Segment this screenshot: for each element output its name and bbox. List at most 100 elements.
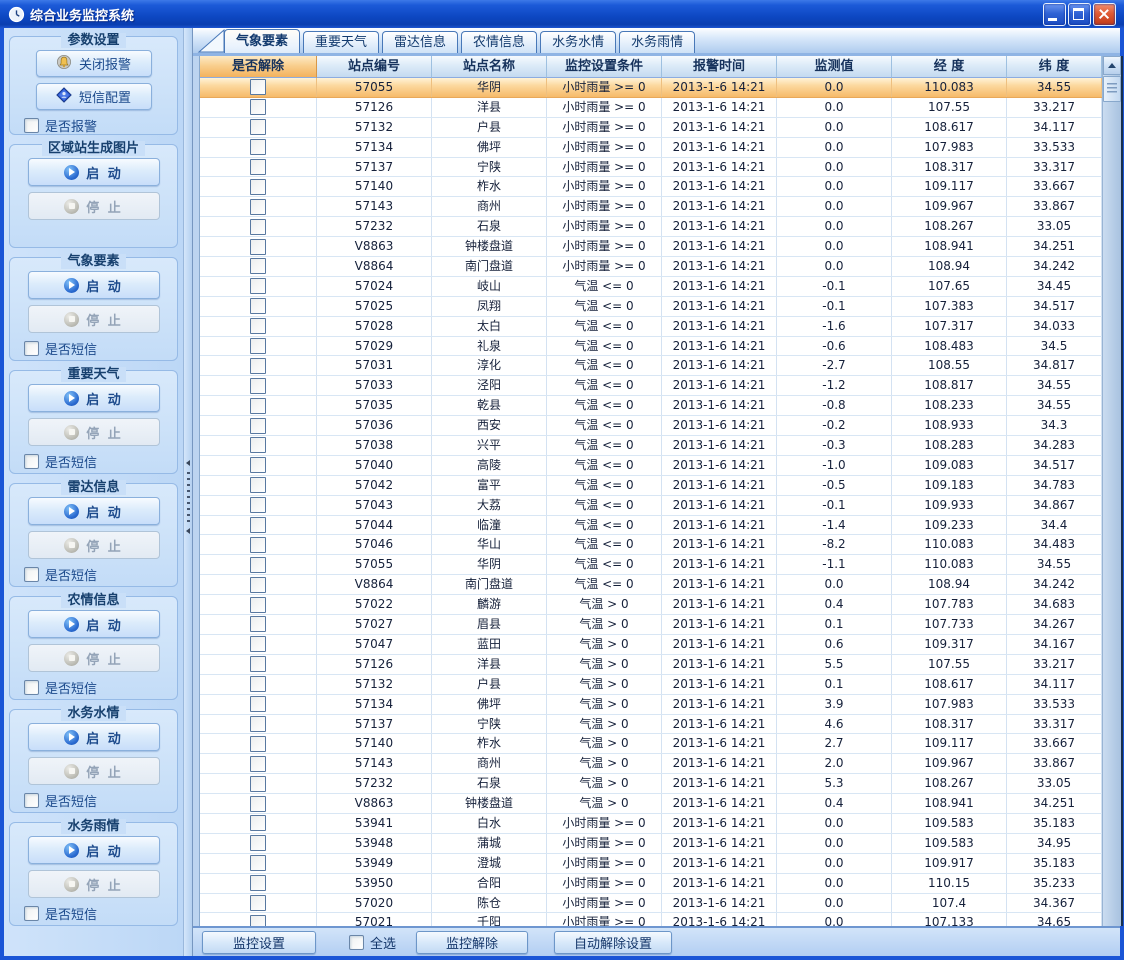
start-button-agriculture-info[interactable]: 启 动 (28, 610, 160, 638)
release-checkbox[interactable] (250, 199, 266, 215)
table-row[interactable]: 57036西安气温 <= 02013-1-6 14:21-0.2108.9333… (200, 416, 1102, 436)
release-checkbox[interactable] (250, 835, 266, 851)
table-row[interactable]: 57143商州气温 > 02013-1-6 14:212.0109.96733.… (200, 754, 1102, 774)
release-checkbox[interactable] (250, 219, 266, 235)
release-checkbox[interactable] (250, 756, 266, 772)
tab-water-rain[interactable]: 水务雨情 (619, 31, 695, 53)
start-button-important-weather[interactable]: 启 动 (28, 384, 160, 412)
table-row[interactable]: 57134佛坪小时雨量 >= 02013-1-6 14:210.0107.983… (200, 138, 1102, 158)
checkbox-row-water-level[interactable]: 是否短信 (24, 791, 97, 810)
release-checkbox[interactable] (250, 79, 266, 95)
table-row[interactable]: 57042富平气温 <= 02013-1-6 14:21-0.5109.1833… (200, 476, 1102, 496)
release-checkbox[interactable] (250, 537, 266, 553)
column-header-0[interactable]: 是否解除 (200, 56, 317, 78)
stop-button-agriculture-info[interactable]: 停 止 (28, 644, 160, 672)
table-row[interactable]: 57126洋县小时雨量 >= 02013-1-6 14:210.0107.553… (200, 98, 1102, 118)
release-checkbox[interactable] (250, 418, 266, 434)
start-button-water-rain[interactable]: 启 动 (28, 836, 160, 864)
checkbox-row-radar-info[interactable]: 是否短信 (24, 565, 97, 584)
scroll-up-button[interactable] (1103, 56, 1121, 75)
table-row[interactable]: 53948蒲城小时雨量 >= 02013-1-6 14:210.0109.583… (200, 834, 1102, 854)
table-row[interactable]: 57232石泉气温 > 02013-1-6 14:215.3108.26733.… (200, 774, 1102, 794)
column-header-4[interactable]: 报警时间 (662, 56, 777, 78)
table-row[interactable]: 57035乾县气温 <= 02013-1-6 14:21-0.8108.2333… (200, 396, 1102, 416)
stop-button-water-rain[interactable]: 停 止 (28, 870, 160, 898)
release-checkbox[interactable] (250, 179, 266, 195)
auto-release-settings-button[interactable]: 自动解除设置 (554, 931, 672, 954)
checkbox-param-settings[interactable] (24, 118, 39, 133)
table-row[interactable]: 57033泾阳气温 <= 02013-1-6 14:21-1.2108.8173… (200, 376, 1102, 396)
release-checkbox[interactable] (250, 616, 266, 632)
checkbox-weather-elements[interactable] (24, 341, 39, 356)
release-checkbox[interactable] (250, 318, 266, 334)
stop-button-water-level[interactable]: 停 止 (28, 757, 160, 785)
release-checkbox[interactable] (250, 716, 266, 732)
tab-agriculture-info[interactable]: 农情信息 (461, 31, 537, 53)
release-checkbox[interactable] (250, 99, 266, 115)
release-checkbox[interactable] (250, 497, 266, 513)
release-checkbox[interactable] (250, 338, 266, 354)
table-row[interactable]: 57137宁陕气温 > 02013-1-6 14:214.6108.31733.… (200, 715, 1102, 735)
release-checkbox[interactable] (250, 258, 266, 274)
column-header-6[interactable]: 经 度 (892, 56, 1007, 78)
table-row[interactable]: 57055华阴小时雨量 >= 02013-1-6 14:210.0110.083… (200, 78, 1102, 98)
column-header-2[interactable]: 站点名称 (432, 56, 547, 78)
table-row[interactable]: 53950合阳小时雨量 >= 02013-1-6 14:210.0110.153… (200, 874, 1102, 894)
release-checkbox[interactable] (250, 378, 266, 394)
table-row[interactable]: 57137宁陕小时雨量 >= 02013-1-6 14:210.0108.317… (200, 158, 1102, 178)
table-row[interactable]: 57038兴平气温 <= 02013-1-6 14:21-0.3108.2833… (200, 436, 1102, 456)
checkbox-row-weather-elements[interactable]: 是否短信 (24, 339, 97, 358)
sidebar-splitter[interactable] (184, 28, 193, 956)
table-row[interactable]: 57055华阴气温 <= 02013-1-6 14:21-1.1110.0833… (200, 555, 1102, 575)
release-checkbox[interactable] (250, 776, 266, 792)
checkbox-row-water-rain[interactable]: 是否短信 (24, 904, 97, 923)
release-checkbox[interactable] (250, 676, 266, 692)
start-button-weather-elements[interactable]: 启 动 (28, 271, 160, 299)
close-alarm-button[interactable]: 关闭报警 (36, 50, 152, 77)
release-checkbox[interactable] (250, 517, 266, 533)
table-row[interactable]: 57027眉县气温 > 02013-1-6 14:210.1107.73334.… (200, 615, 1102, 635)
table-row[interactable]: 53949澄城小时雨量 >= 02013-1-6 14:210.0109.917… (200, 854, 1102, 874)
release-checkbox[interactable] (250, 139, 266, 155)
table-row[interactable]: 57140柞水气温 > 02013-1-6 14:212.7109.11733.… (200, 734, 1102, 754)
column-header-7[interactable]: 纬 度 (1007, 56, 1102, 78)
monitor-settings-button[interactable]: 监控设置 (202, 931, 316, 954)
release-checkbox[interactable] (250, 875, 266, 891)
release-checkbox[interactable] (250, 557, 266, 573)
table-row[interactable]: 57025凤翔气温 <= 02013-1-6 14:21-0.1107.3833… (200, 297, 1102, 317)
release-checkbox[interactable] (250, 815, 266, 831)
table-row[interactable]: V8864南门盘道小时雨量 >= 02013-1-6 14:210.0108.9… (200, 257, 1102, 277)
table-row[interactable]: V8864南门盘道气温 <= 02013-1-6 14:210.0108.943… (200, 575, 1102, 595)
tab-radar-info[interactable]: 雷达信息 (382, 31, 458, 53)
table-row[interactable]: V8863钟楼盘道气温 > 02013-1-6 14:210.4108.9413… (200, 794, 1102, 814)
select-all-checkbox[interactable] (349, 935, 364, 950)
select-all-row[interactable]: 全选 (349, 933, 396, 952)
release-checkbox[interactable] (250, 398, 266, 414)
release-checkbox[interactable] (250, 597, 266, 613)
release-checkbox[interactable] (250, 855, 266, 871)
release-checkbox[interactable] (250, 358, 266, 374)
release-checkbox[interactable] (250, 796, 266, 812)
table-row[interactable]: 57044临潼气温 <= 02013-1-6 14:21-1.4109.2333… (200, 516, 1102, 536)
checkbox-row-param-settings[interactable]: 是否报警 (24, 116, 97, 135)
sms-config-button[interactable]: 短信配置 (36, 83, 152, 110)
stop-button-radar-info[interactable]: 停 止 (28, 531, 160, 559)
release-checkbox[interactable] (250, 437, 266, 453)
column-header-5[interactable]: 监测值 (777, 56, 892, 78)
checkbox-important-weather[interactable] (24, 454, 39, 469)
scrollbar-thumb[interactable] (1103, 76, 1121, 102)
release-checkbox[interactable] (250, 298, 266, 314)
release-checkbox[interactable] (250, 696, 266, 712)
stop-button-important-weather[interactable]: 停 止 (28, 418, 160, 446)
checkbox-radar-info[interactable] (24, 567, 39, 582)
release-checkbox[interactable] (250, 119, 266, 135)
release-checkbox[interactable] (250, 636, 266, 652)
release-checkbox[interactable] (250, 239, 266, 255)
table-row[interactable]: 57040高陵气温 <= 02013-1-6 14:21-1.0109.0833… (200, 456, 1102, 476)
table-row[interactable]: 57029礼泉气温 <= 02013-1-6 14:21-0.6108.4833… (200, 337, 1102, 357)
table-row[interactable]: 57134佛坪气温 > 02013-1-6 14:213.9107.98333.… (200, 695, 1102, 715)
table-row[interactable]: 57140柞水小时雨量 >= 02013-1-6 14:210.0109.117… (200, 177, 1102, 197)
release-checkbox[interactable] (250, 656, 266, 672)
start-button-radar-info[interactable]: 启 动 (28, 497, 160, 525)
table-row[interactable]: 53941白水小时雨量 >= 02013-1-6 14:210.0109.583… (200, 814, 1102, 834)
